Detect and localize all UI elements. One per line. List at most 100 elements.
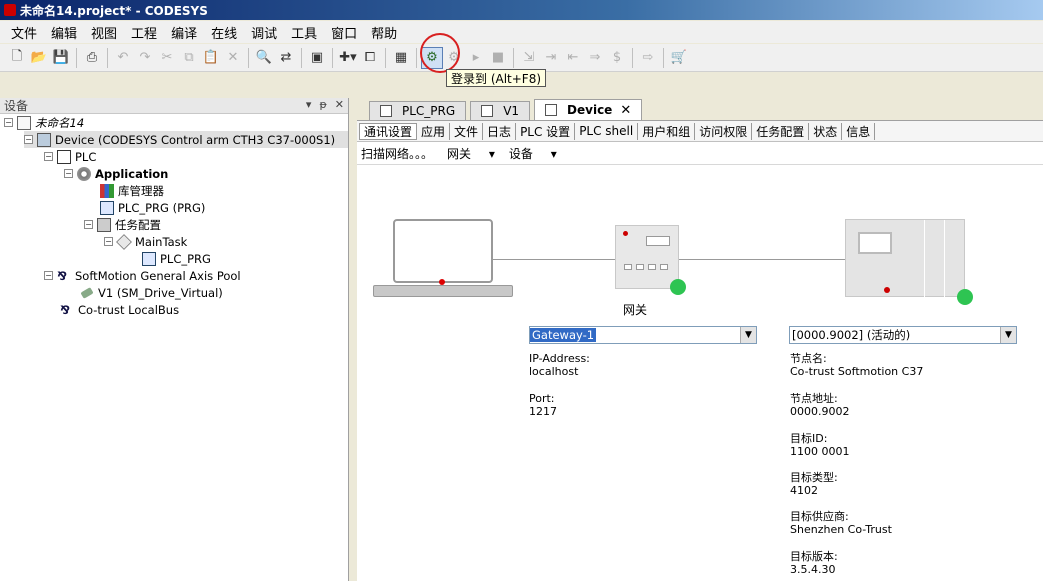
cut-icon[interactable]: ✂	[156, 47, 178, 69]
delete-icon[interactable]: ✕	[222, 47, 244, 69]
device-menu-button[interactable]: 设备 ▾	[509, 145, 557, 162]
save-icon[interactable]: 💾	[50, 47, 72, 69]
tree-item-plc-prg[interactable]: PLC_PRG (PRG)	[100, 199, 205, 216]
device-select[interactable]: [0000.9002] (活动的) ▼	[789, 326, 1017, 344]
print-icon[interactable]: ⎙	[81, 47, 103, 69]
tab-task-config[interactable]: 任务配置	[752, 122, 810, 140]
target-type-label: 目标类型:	[790, 471, 838, 484]
tab-communication-settings[interactable]: 通讯设置	[359, 122, 418, 140]
write-values-icon[interactable]: $	[606, 47, 628, 69]
menu-build[interactable]: 编译	[164, 21, 204, 44]
target-type-value: 4102	[790, 484, 818, 497]
open-icon[interactable]: 📂	[28, 47, 50, 69]
window-icon[interactable]: ▣	[306, 47, 328, 69]
run-to-cursor-icon[interactable]: ⇒	[584, 47, 606, 69]
gateway-port-info: Port: 1217	[529, 392, 557, 418]
properties-icon[interactable]: ⧠	[359, 47, 381, 69]
collapse-icon[interactable]: −	[104, 237, 113, 246]
tab-access-rights[interactable]: 访问权限	[695, 122, 753, 140]
tree-item-plc[interactable]: − PLC	[44, 148, 96, 165]
step-into-icon[interactable]: ⇥	[540, 47, 562, 69]
tab-plc-prg[interactable]: PLC_PRG	[369, 101, 467, 120]
tree-item-localbus[interactable]: Co-trust LocalBus	[60, 301, 179, 318]
collapse-icon[interactable]: −	[64, 169, 73, 178]
tab-users-groups[interactable]: 用户和组	[638, 122, 696, 140]
close-icon[interactable]: ✕	[335, 98, 344, 111]
menu-view[interactable]: 视图	[84, 21, 124, 44]
task-icon	[116, 233, 132, 250]
tab-plc-shell[interactable]: PLC shell	[575, 122, 639, 140]
node-name-label: 节点名:	[790, 352, 827, 365]
replace-icon[interactable]: ⇄	[275, 47, 297, 69]
login-icon[interactable]: ⚙	[421, 46, 443, 69]
menu-edit[interactable]: 编辑	[44, 21, 84, 44]
menu-help[interactable]: 帮助	[364, 21, 404, 44]
menu-file[interactable]: 文件	[4, 21, 44, 44]
menu-project[interactable]: 工程	[124, 21, 164, 44]
panel-dropdown-icon[interactable]: ▾	[306, 98, 312, 111]
tree-item-maintask[interactable]: − MainTask	[104, 233, 187, 250]
devices-panel: 设备 ▾ ᵽ ✕ − 未命名14 − Device (CODESYS Contr…	[0, 98, 349, 581]
gateway-port	[636, 264, 644, 270]
build-icon[interactable]: ▦	[390, 47, 412, 69]
tree-item-axis-v1[interactable]: V1 (SM_Drive_Virtual)	[80, 284, 223, 301]
undo-icon[interactable]: ↶	[112, 47, 134, 69]
gateway-port	[660, 264, 668, 270]
tab-status[interactable]: 状态	[809, 122, 843, 140]
close-tab-icon[interactable]: ✕	[620, 103, 631, 118]
tree-item-application[interactable]: − Application	[64, 165, 168, 182]
menu-window[interactable]: 窗口	[324, 21, 364, 44]
start-icon[interactable]: ▸	[465, 47, 487, 69]
tree-item-plc-prg-call[interactable]: PLC_PRG	[142, 250, 211, 267]
chevron-down-icon[interactable]: ▼	[740, 327, 756, 343]
tab-files[interactable]: 文件	[450, 122, 484, 140]
scan-network-button[interactable]: 扫描网络。。。	[361, 145, 433, 162]
node-address-info: 节点地址: 0000.9002	[790, 392, 850, 418]
tab-information[interactable]: 信息	[842, 122, 876, 140]
collapse-icon[interactable]: −	[4, 118, 13, 127]
toolbar-separator	[663, 47, 664, 68]
tree-item-library-manager[interactable]: 库管理器	[100, 182, 164, 199]
copy-icon[interactable]: ⧉	[178, 47, 200, 69]
add-object-icon[interactable]: ✚▾	[337, 47, 359, 69]
step-out-icon[interactable]: ⇤	[562, 47, 584, 69]
collapse-icon[interactable]: −	[84, 220, 93, 229]
tab-log[interactable]: 日志	[483, 122, 517, 140]
menu-tools[interactable]: 工具	[284, 21, 324, 44]
force-icon[interactable]: ⇨	[637, 47, 659, 69]
target-vendor-value: Shenzhen Co-Trust	[790, 523, 892, 536]
chevron-down-icon[interactable]: ▼	[1000, 327, 1016, 343]
paste-icon[interactable]: 📋	[200, 47, 222, 69]
tree-item-project[interactable]: − 未命名14	[4, 114, 84, 131]
title-bar: 未命名14.project* - CODESYS	[0, 0, 1043, 20]
menu-debug[interactable]: 调试	[244, 21, 284, 44]
collapse-icon[interactable]: −	[44, 271, 53, 280]
gateway-select[interactable]: Gateway-1 ▼	[529, 326, 757, 344]
redo-icon[interactable]: ↷	[134, 47, 156, 69]
gateway-select-value: Gateway-1	[530, 328, 597, 342]
logout-icon[interactable]: ⚙	[443, 47, 465, 69]
stop-icon[interactable]: ■	[487, 47, 509, 69]
pin-icon[interactable]: ᵽ	[319, 98, 326, 111]
port-label: Port:	[529, 392, 555, 405]
cart-icon[interactable]: 🛒	[668, 47, 690, 69]
tree-item-task-config[interactable]: − 任务配置	[84, 216, 161, 233]
plc-device-icon[interactable]	[845, 219, 965, 298]
gateway-menu-button[interactable]: 网关 ▾	[447, 145, 495, 162]
project-icon	[17, 115, 31, 130]
new-project-icon[interactable]: 🗋	[6, 47, 28, 69]
tab-device[interactable]: Device ✕	[534, 99, 643, 120]
tab-plc-settings[interactable]: PLC 设置	[516, 122, 576, 140]
tab-v1[interactable]: V1	[470, 101, 531, 120]
step-icon[interactable]: ⇲	[518, 47, 540, 69]
tree-item-device[interactable]: − Device (CODESYS Control arm CTH3 C37-0…	[24, 131, 348, 148]
collapse-icon[interactable]: −	[44, 152, 53, 161]
tree-item-axis-pool[interactable]: − SoftMotion General Axis Pool	[44, 267, 241, 284]
connection-line	[493, 259, 615, 260]
tab-applications[interactable]: 应用	[417, 122, 451, 140]
find-icon[interactable]: 🔍	[253, 47, 275, 69]
collapse-icon[interactable]: −	[24, 135, 33, 144]
tree-item-label: Device (CODESYS Control arm CTH3 C37-000…	[55, 132, 336, 147]
login-tooltip: 登录到 (Alt+F8)	[446, 69, 547, 87]
menu-online[interactable]: 在线	[204, 21, 244, 44]
